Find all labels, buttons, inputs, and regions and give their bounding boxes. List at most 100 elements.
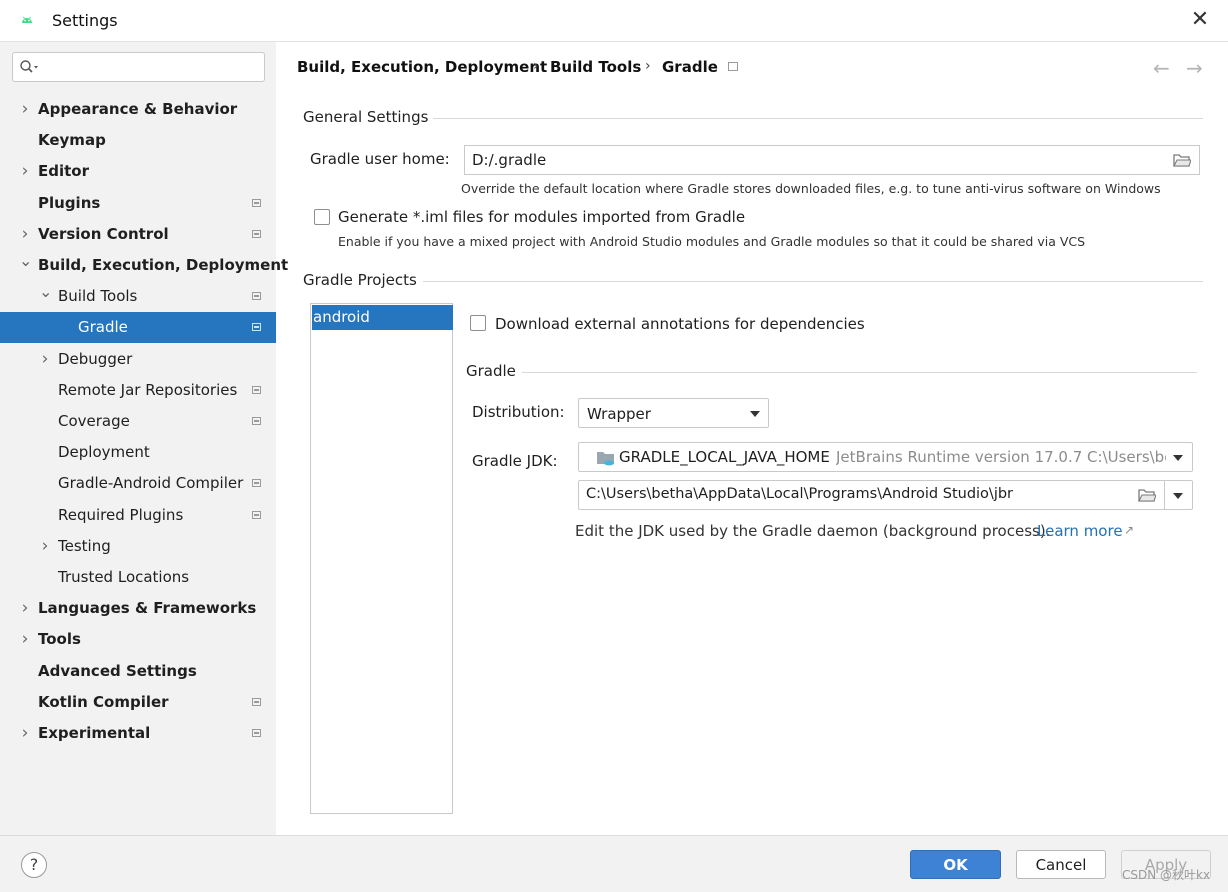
sidebar-item-version-control[interactable]: › Version Control: [0, 219, 276, 250]
page-icon: [252, 198, 261, 207]
sidebar-item-remote-jar-repositories[interactable]: Remote Jar Repositories: [0, 375, 276, 406]
gradle-jdk-label: Gradle JDK:: [472, 452, 558, 470]
search-icon: [20, 60, 38, 73]
sidebar-item-label: Trusted Locations: [58, 568, 190, 586]
distribution-label: Distribution:: [472, 403, 565, 421]
chevron-right-icon[interactable]: ›: [39, 531, 51, 562]
sidebar-item-editor[interactable]: › Editor: [0, 156, 276, 187]
generate-iml-label[interactable]: Generate *.iml files for modules importe…: [338, 208, 745, 226]
page-icon: [252, 697, 261, 706]
page-icon: [252, 292, 261, 301]
chevron-right-icon[interactable]: ›: [19, 219, 31, 250]
chevron-right-icon[interactable]: ›: [39, 344, 51, 375]
chevron-right-icon[interactable]: ›: [19, 94, 31, 125]
folder-icon[interactable]: [1173, 153, 1191, 167]
sidebar-item-label: Editor: [38, 162, 89, 181]
sidebar-item-advanced-settings[interactable]: Advanced Settings: [0, 656, 276, 687]
sidebar-item-label: Gradle-Android Compiler: [58, 474, 244, 493]
page-icon: [252, 323, 261, 332]
sidebar-item-label: Kotlin Compiler: [38, 692, 169, 711]
sidebar-item-label: Build, Execution, Deployment: [38, 256, 289, 274]
gradle-jdk-name: GRADLE_LOCAL_JAVA_HOME: [619, 448, 830, 466]
gradle-jdk-hint: Edit the JDK used by the Gradle daemon (…: [575, 522, 1051, 540]
sidebar-item-coverage[interactable]: Coverage: [0, 406, 276, 437]
sidebar-item-plugins[interactable]: Plugins: [0, 188, 276, 219]
sidebar-item-kotlin-compiler[interactable]: Kotlin Compiler: [0, 687, 276, 718]
gradle-projects-title: Gradle Projects: [303, 271, 417, 289]
sidebar-item-build-execution-deployment[interactable]: ⌄ Build, Execution, Deployment: [0, 250, 288, 281]
gradle-jdk-detail: JetBrains Runtime version 17.0.7 C:\User…: [836, 448, 1166, 466]
jdk-path-field[interactable]: C:\Users\betha\AppData\Local\Programs\An…: [578, 480, 1193, 510]
chevron-right-icon[interactable]: ›: [19, 593, 31, 624]
help-button[interactable]: ?: [21, 852, 47, 878]
general-settings-title: General Settings: [303, 108, 429, 126]
breadcrumb-separator: ›: [533, 58, 539, 74]
sidebar-item-label: Advanced Settings: [38, 661, 197, 680]
android-icon: [22, 16, 32, 23]
sidebar-item-gradle-android-compiler[interactable]: Gradle-Android Compiler: [0, 468, 276, 499]
chevron-right-icon[interactable]: ›: [19, 718, 31, 749]
page-icon: [252, 229, 261, 238]
gradle-jdk-dropdown[interactable]: GRADLE_LOCAL_JAVA_HOME JetBrains Runtime…: [578, 442, 1193, 472]
breadcrumb-build-execution-deployment[interactable]: Build, Execution, Deployment: [297, 58, 547, 76]
page-icon: [252, 385, 261, 394]
gradle-section-title: Gradle: [466, 362, 516, 380]
distribution-dropdown[interactable]: Wrapper: [578, 398, 769, 428]
gradle-user-home-field[interactable]: D:/.gradle: [464, 145, 1200, 175]
learn-more-link[interactable]: Learn more: [1037, 522, 1123, 540]
chevron-down-icon: [1173, 455, 1183, 461]
chevron-down-icon[interactable]: [1173, 493, 1183, 499]
sidebar-item-required-plugins[interactable]: Required Plugins: [0, 500, 276, 531]
chevron-down-icon[interactable]: ⌄: [39, 281, 52, 312]
page-icon: [252, 479, 261, 488]
external-link-icon: ↗: [1124, 523, 1135, 537]
back-arrow-icon[interactable]: ←: [1153, 56, 1170, 80]
window-title: Settings: [52, 11, 118, 30]
sidebar-item-experimental[interactable]: › Experimental: [0, 718, 276, 749]
download-annotations-label[interactable]: Download external annotations for depend…: [495, 315, 865, 333]
forward-arrow-icon[interactable]: →: [1186, 56, 1203, 80]
page-icon: [252, 510, 261, 519]
search-input[interactable]: [12, 52, 265, 82]
chevron-down-icon[interactable]: ⌄: [19, 250, 32, 281]
chevron-down-icon: [750, 411, 760, 417]
ok-button[interactable]: OK: [910, 850, 1001, 879]
distribution-value: Wrapper: [587, 405, 651, 423]
watermark: CSDN @秋叶kx: [1122, 868, 1211, 882]
sidebar-item-label: Plugins: [38, 193, 101, 212]
sidebar-item-deployment[interactable]: Deployment: [0, 437, 276, 468]
sidebar-item-label: Build Tools: [58, 287, 138, 306]
sidebar-item-label: Appearance & Behavior: [38, 100, 238, 118]
download-annotations-checkbox[interactable]: [470, 315, 486, 331]
sidebar-item-testing[interactable]: › Testing: [0, 531, 276, 562]
sidebar-item-gradle[interactable]: Gradle: [0, 312, 276, 344]
folder-icon[interactable]: [1138, 488, 1156, 502]
chevron-right-icon[interactable]: ›: [19, 156, 31, 187]
sidebar-item-debugger[interactable]: › Debugger: [0, 344, 276, 375]
breadcrumb-separator: ›: [645, 58, 651, 74]
section-divider: [522, 372, 1197, 373]
breadcrumb-gradle: Gradle: [662, 58, 718, 76]
sidebar-item-label: Tools: [38, 630, 81, 649]
sidebar-item-appearance-behavior[interactable]: › Appearance & Behavior: [0, 94, 276, 125]
cancel-button[interactable]: Cancel: [1016, 850, 1106, 879]
close-icon[interactable]: ✕: [1188, 8, 1212, 32]
sidebar-item-trusted-locations[interactable]: Trusted Locations: [0, 562, 276, 593]
sidebar-item-keymap[interactable]: Keymap: [0, 125, 276, 156]
breadcrumb-build-tools[interactable]: Build Tools: [550, 58, 641, 76]
generate-iml-checkbox[interactable]: [314, 209, 330, 225]
gradle-user-home-value: D:/.gradle: [472, 151, 547, 169]
sidebar-item-label: Debugger: [58, 349, 133, 368]
chevron-right-icon[interactable]: ›: [19, 624, 31, 655]
generate-iml-hint: Enable if you have a mixed project with …: [338, 234, 1086, 249]
sidebar-item-build-tools[interactable]: ⌄ Build Tools: [0, 281, 276, 312]
sidebar-item-tools[interactable]: › Tools: [0, 624, 276, 655]
sidebar-item-languages-frameworks[interactable]: › Languages & Frameworks: [0, 593, 276, 624]
project-list-item[interactable]: android: [312, 305, 453, 330]
sidebar-item-label: Keymap: [38, 131, 106, 150]
page-icon: [728, 62, 738, 71]
sidebar-item-label: Required Plugins: [58, 505, 184, 524]
sidebar-item-label: Gradle: [78, 318, 128, 337]
sidebar-item-label: Deployment: [58, 443, 150, 462]
page-icon: [252, 729, 261, 737]
